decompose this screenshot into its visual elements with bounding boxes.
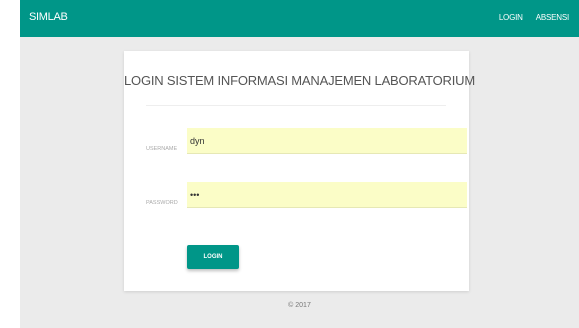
username-label: USERNAME xyxy=(146,146,178,152)
nav-link-login[interactable]: LOGIN xyxy=(499,13,523,22)
nav-link-absensi[interactable]: ABSENSI xyxy=(536,13,569,22)
brand-logo[interactable]: SIMLAB xyxy=(29,11,68,23)
login-title: LOGIN SISTEM INFORMASI MANAJEMEN LABORAT… xyxy=(124,73,475,88)
app-window: SIMLAB LOGIN ABSENSI LOGIN SISTEM INFORM… xyxy=(20,0,579,328)
password-input[interactable] xyxy=(187,182,467,208)
username-input[interactable] xyxy=(187,128,467,154)
nav-links: LOGIN ABSENSI xyxy=(499,13,569,22)
footer-copyright: © 2017 xyxy=(288,302,311,309)
title-divider xyxy=(146,105,446,106)
login-button[interactable]: LOGIN xyxy=(187,245,239,269)
login-card: LOGIN SISTEM INFORMASI MANAJEMEN LABORAT… xyxy=(124,51,475,291)
password-label: PASSWORD xyxy=(146,200,178,206)
top-navbar: SIMLAB LOGIN ABSENSI xyxy=(20,0,579,37)
